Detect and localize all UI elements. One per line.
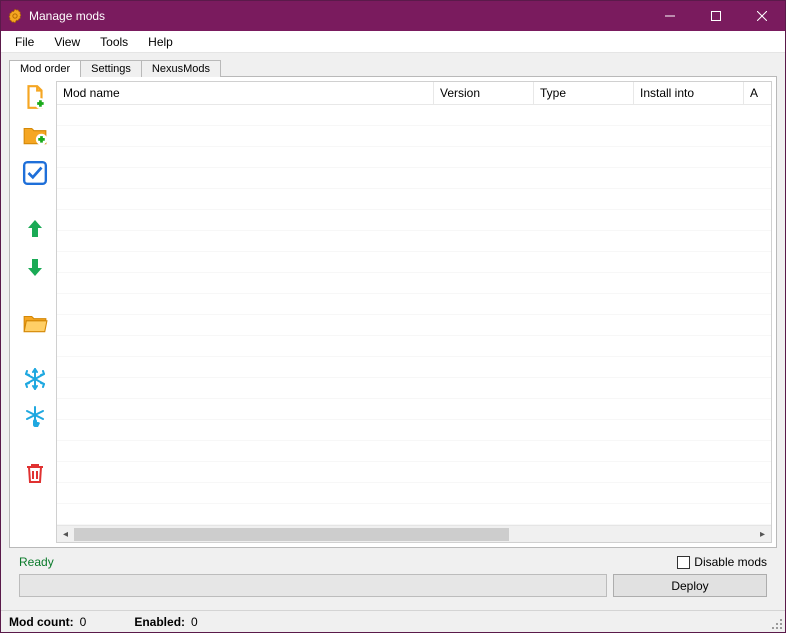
move-up-button[interactable] bbox=[21, 215, 49, 243]
titlebar: Manage mods bbox=[1, 1, 785, 31]
move-down-button[interactable] bbox=[21, 253, 49, 281]
menu-view[interactable]: View bbox=[44, 33, 90, 51]
scroll-left-button[interactable]: ◂ bbox=[57, 526, 74, 543]
add-file-button[interactable] bbox=[21, 83, 49, 111]
tabs: Mod order Settings NexusMods bbox=[9, 57, 777, 77]
menu-tools[interactable]: Tools bbox=[90, 33, 138, 51]
mod-count-label: Mod count: bbox=[9, 615, 74, 629]
mod-table: Mod name Version Type Install into A ◂ ▸ bbox=[56, 81, 772, 543]
maximize-button[interactable] bbox=[693, 1, 739, 31]
column-version[interactable]: Version bbox=[434, 82, 534, 104]
enabled-value: 0 bbox=[191, 615, 198, 629]
column-a[interactable]: A bbox=[744, 82, 771, 104]
scroll-track[interactable] bbox=[74, 527, 754, 542]
side-toolbar bbox=[14, 81, 56, 543]
disable-mods-checkbox[interactable]: Disable mods bbox=[677, 555, 767, 569]
tab-panel-mod-order: Mod name Version Type Install into A ◂ ▸ bbox=[9, 76, 777, 548]
status-bar: Mod count: 0 Enabled: 0 bbox=[1, 610, 785, 632]
window-title: Manage mods bbox=[29, 9, 647, 23]
tab-mod-order[interactable]: Mod order bbox=[9, 60, 81, 77]
minimize-button[interactable] bbox=[647, 1, 693, 31]
tab-settings[interactable]: Settings bbox=[80, 60, 142, 77]
column-install-into[interactable]: Install into bbox=[634, 82, 744, 104]
progress-bar bbox=[19, 574, 607, 597]
close-button[interactable] bbox=[739, 1, 785, 31]
app-icon bbox=[7, 8, 23, 24]
tab-nexusmods[interactable]: NexusMods bbox=[141, 60, 221, 77]
disable-mods-label: Disable mods bbox=[694, 555, 767, 569]
menubar: File View Tools Help bbox=[1, 31, 785, 53]
window-controls bbox=[647, 1, 785, 31]
mod-count-value: 0 bbox=[80, 615, 87, 629]
table-body[interactable] bbox=[57, 105, 771, 525]
freeze-button[interactable] bbox=[21, 365, 49, 393]
column-mod-name[interactable]: Mod name bbox=[57, 82, 434, 104]
status-ready: Ready bbox=[19, 555, 54, 569]
menu-file[interactable]: File bbox=[5, 33, 44, 51]
add-folder-button[interactable] bbox=[21, 121, 49, 149]
delete-button[interactable] bbox=[21, 459, 49, 487]
menu-help[interactable]: Help bbox=[138, 33, 183, 51]
scroll-thumb[interactable] bbox=[74, 528, 509, 541]
freeze-hand-button[interactable] bbox=[21, 403, 49, 431]
checkbox-icon bbox=[677, 556, 690, 569]
enabled-label: Enabled: bbox=[134, 615, 185, 629]
table-header: Mod name Version Type Install into A bbox=[57, 82, 771, 105]
column-type[interactable]: Type bbox=[534, 82, 634, 104]
checkbox-button[interactable] bbox=[21, 159, 49, 187]
resize-grip-icon[interactable] bbox=[771, 618, 783, 630]
status-area: Ready Disable mods Deploy bbox=[9, 548, 777, 597]
open-folder-button[interactable] bbox=[21, 309, 49, 337]
deploy-button[interactable]: Deploy bbox=[613, 574, 767, 597]
scroll-right-button[interactable]: ▸ bbox=[754, 526, 771, 543]
horizontal-scrollbar[interactable]: ◂ ▸ bbox=[57, 525, 771, 542]
